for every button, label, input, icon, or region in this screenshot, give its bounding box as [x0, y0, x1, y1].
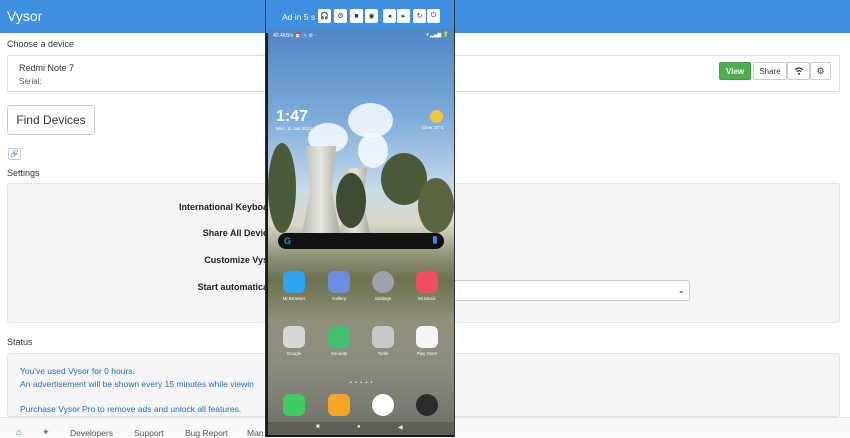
- home-icon[interactable]: ⌂: [16, 427, 21, 437]
- app-label: Mi Music: [418, 296, 436, 301]
- link-button[interactable]: 🔗: [8, 148, 21, 160]
- gear-icon: ⚙: [816, 65, 825, 76]
- home-button-icon[interactable]: ●: [357, 424, 361, 430]
- phone-clock: 1:47: [276, 108, 309, 125]
- phone-weather: Clear 20°C: [422, 125, 445, 130]
- camera-icon[interactable]: ◉: [365, 9, 378, 23]
- app-icon-tools-folder[interactable]: [372, 326, 394, 348]
- setting-share-all-devices: Share All Devic: [202, 228, 268, 238]
- tree: [268, 143, 296, 233]
- smoke-cloud: [358, 133, 388, 168]
- setting-customize-vysor: Customize Vys: [204, 255, 268, 265]
- device-settings-button[interactable]: ⚙: [810, 62, 831, 80]
- app-icon-mi-music[interactable]: [416, 271, 438, 293]
- app-icon-camera[interactable]: [416, 394, 438, 416]
- app-icon-play-store[interactable]: [416, 326, 438, 348]
- status-purchase-text: Purchase Vysor Pro to remove ads and unl…: [20, 404, 242, 414]
- volume-up-icon[interactable]: ▸: [397, 9, 410, 23]
- back-icon[interactable]: ◀: [398, 424, 403, 431]
- app-icon-security[interactable]: [328, 326, 350, 348]
- volume-down-icon[interactable]: ◂: [383, 9, 396, 23]
- find-devices-button[interactable]: Find Devices: [7, 105, 95, 135]
- recents-icon[interactable]: ■: [316, 424, 320, 430]
- app-icon-google-folder[interactable]: [283, 326, 305, 348]
- weather-sun-icon: [430, 110, 443, 123]
- rotate-icon[interactable]: ↻: [413, 9, 426, 23]
- ad-countdown: Ad in 5 s: [282, 12, 316, 22]
- tree: [418, 178, 454, 233]
- setting-international-keyboard: International Keyboa: [178, 202, 268, 212]
- tree: [336, 173, 366, 228]
- wifi-button[interactable]: [787, 62, 810, 80]
- status-label: Status: [7, 337, 33, 347]
- page-indicator: • • • • •: [350, 380, 374, 386]
- phone-screen[interactable]: 40.4KB/s ⏰ ⓢ ⚙ · ▾ ▂▄▆ 🔋 1:47 Mon, 11 Ja…: [268, 28, 454, 435]
- app-icon-settings[interactable]: [372, 271, 394, 293]
- gear-icon[interactable]: ⚙: [334, 9, 347, 23]
- phone-mirror-window[interactable]: Ad in 5 s 🎧 ⚙ ■ ◉ ◂ ▸ ↻ ⏻ 40.4KB/s ⏰ ⓢ ⚙…: [265, 0, 455, 437]
- wifi-icon: [794, 67, 803, 75]
- status-usage-text: You've used Vysor for 0 hours.: [20, 366, 135, 376]
- app-label: Settings: [374, 296, 392, 301]
- power-icon[interactable]: ⏻: [427, 9, 440, 23]
- mic-icon: [433, 236, 437, 244]
- chevron-down-icon: ⌄: [677, 285, 685, 295]
- app-icon-phone[interactable]: [283, 394, 305, 416]
- app-title: Vysor: [7, 8, 43, 24]
- app-icon-chrome[interactable]: [372, 394, 394, 416]
- app-label: Google: [286, 351, 302, 356]
- phone-status-left: 40.4KB/s ⏰ ⓢ ⚙ ·: [273, 33, 317, 39]
- device-name: Redmi Note 7: [19, 63, 75, 73]
- settings-label: Settings: [7, 168, 40, 178]
- video-icon[interactable]: ■: [350, 9, 363, 23]
- app-icon-mi-browser[interactable]: [283, 271, 305, 293]
- phone-date: Mon, 11 Jan 2021: [276, 126, 312, 131]
- share-button[interactable]: Share: [753, 62, 787, 80]
- cooling-tower: [302, 146, 340, 234]
- twitter-icon[interactable]: ✦: [42, 427, 50, 438]
- choose-device-label: Choose a device: [7, 39, 75, 49]
- setting-start-automatically: Start automatica: [197, 282, 268, 292]
- headphones-icon[interactable]: 🎧: [318, 9, 331, 23]
- app-icon-messages[interactable]: [328, 394, 350, 416]
- view-button[interactable]: View: [719, 62, 751, 80]
- app-icon-gallery[interactable]: [328, 271, 350, 293]
- device-serial: Serial:: [19, 77, 42, 86]
- app-label: Tools: [377, 351, 389, 356]
- phone-status-right: ▾ ▂▄▆ 🔋: [426, 32, 449, 38]
- app-label: Play Store: [416, 351, 438, 356]
- app-label: Gallery: [331, 296, 347, 301]
- link-icon: 🔗: [10, 151, 19, 158]
- start-automatically-select[interactable]: ⌄: [452, 280, 690, 301]
- google-icon: G: [284, 236, 292, 246]
- status-ad-text: An advertisement will be shown every 15 …: [20, 379, 254, 389]
- google-search-bar[interactable]: G: [278, 233, 444, 249]
- android-nav-bar: ■ ● ◀: [268, 422, 454, 435]
- app-label: Security: [330, 351, 348, 356]
- app-label: Mi Browser: [282, 296, 306, 301]
